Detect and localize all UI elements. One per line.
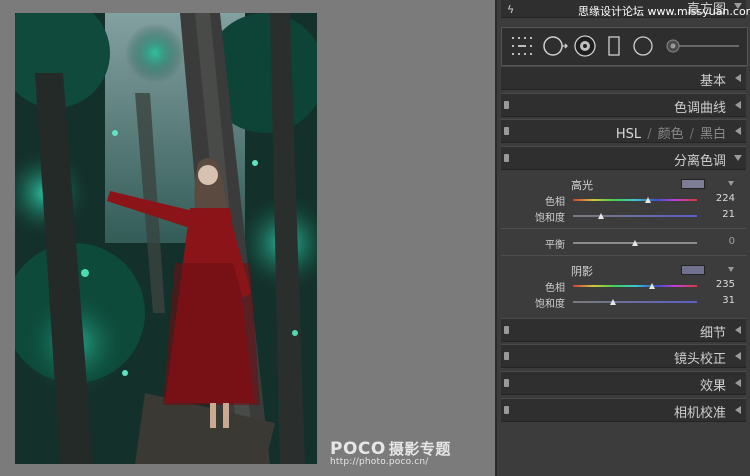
- effects-header[interactable]: 效果: [501, 371, 746, 395]
- poco-watermark: POCO 摄影专题 http://photo.poco.cn/: [330, 438, 490, 467]
- shadows-hue-thumb[interactable]: [649, 283, 655, 289]
- shadows-saturation-value[interactable]: 31: [705, 295, 735, 306]
- balance-thumb[interactable]: [632, 240, 638, 246]
- basic-title: 基本: [699, 74, 726, 89]
- expand-triangle-icon: [735, 379, 741, 387]
- balance-label: 平衡: [545, 240, 565, 251]
- panel-switch-icon[interactable]: [504, 127, 509, 135]
- camera-calibration-header[interactable]: 相机校准: [501, 398, 746, 422]
- expand-triangle-icon: [735, 326, 741, 334]
- expand-triangle-icon: [735, 127, 741, 135]
- watermark-brand: POCO: [330, 439, 386, 459]
- highlights-hue-slider[interactable]: [573, 199, 697, 201]
- watermark-brand-sub: 摄影专题: [388, 440, 451, 458]
- expand-triangle-icon: [735, 74, 741, 82]
- balance-value[interactable]: 0: [705, 236, 735, 247]
- highlights-hue-thumb[interactable]: [645, 197, 651, 203]
- highlights-saturation-slider[interactable]: [573, 215, 697, 217]
- panel-switch-icon[interactable]: [504, 326, 509, 334]
- divider: [501, 228, 746, 229]
- shadows-saturation-thumb[interactable]: [610, 299, 616, 305]
- adjustment-brush-icon[interactable]: [665, 38, 741, 54]
- hsl-tabs: HSL / 颜色 / 黑白: [615, 127, 726, 142]
- detail-title: 细节: [699, 326, 726, 341]
- crop-grid-icon[interactable]: [512, 37, 532, 55]
- split-toning-title: 分离色调: [673, 154, 726, 169]
- panel-switch-icon[interactable]: [504, 154, 509, 162]
- tool-strip: [501, 27, 748, 66]
- tone-curve-header[interactable]: 色调曲线: [501, 93, 746, 117]
- lens-correction-header[interactable]: 镜头校正: [501, 344, 746, 368]
- forest-portrait-photo: [15, 13, 317, 464]
- highlights-saturation-label: 饱和度: [535, 213, 565, 224]
- site-watermark-tag: 思缘设计论坛 www.missyuan.com: [578, 5, 750, 18]
- highlights-label: 高光: [571, 179, 593, 192]
- divider: [501, 255, 746, 256]
- split-toning-header[interactable]: 分离色调: [501, 146, 746, 170]
- shadows-hue-value[interactable]: 235: [705, 279, 735, 290]
- expand-triangle-icon: [735, 406, 741, 414]
- red-eye-icon[interactable]: [574, 35, 596, 57]
- collapse-triangle-icon: [734, 155, 742, 161]
- panel-switch-icon[interactable]: [504, 379, 509, 387]
- spot-removal-icon[interactable]: [542, 35, 568, 57]
- expand-triangle-icon: [735, 101, 741, 109]
- highlights-hue-label: 色相: [545, 197, 565, 208]
- shadows-saturation-slider[interactable]: [573, 301, 697, 303]
- highlights-saturation-value[interactable]: 21: [705, 209, 735, 220]
- shadows-picker-triangle-icon[interactable]: [728, 267, 734, 272]
- highlights-picker-triangle-icon[interactable]: [728, 181, 734, 186]
- shadows-hue-label: 色相: [545, 283, 565, 294]
- flash-icon: ϟ: [507, 3, 515, 16]
- watermark-url: http://photo.poco.cn/: [330, 457, 429, 467]
- shadows-saturation-label: 饱和度: [535, 299, 565, 310]
- tab-black-white[interactable]: 黑白: [700, 127, 726, 142]
- graduated-filter-icon[interactable]: [608, 36, 620, 56]
- shadows-label: 阴影: [571, 265, 593, 278]
- expand-triangle-icon: [735, 352, 741, 360]
- shadows-color-swatch[interactable]: [681, 265, 705, 275]
- panel-switch-icon[interactable]: [504, 352, 509, 360]
- hsl-header[interactable]: HSL / 颜色 / 黑白: [501, 119, 746, 143]
- photo-canvas[interactable]: [15, 13, 317, 464]
- split-toning-body: 高光 色相 224 饱和度 21 平衡 0 阴影 色相 235 饱和度 31: [501, 171, 746, 317]
- highlights-hue-value[interactable]: 224: [705, 193, 735, 204]
- basic-header[interactable]: 基本: [501, 66, 746, 90]
- camera-calibration-title: 相机校准: [673, 406, 726, 421]
- highlights-color-swatch[interactable]: [681, 179, 705, 189]
- tone-curve-title: 色调曲线: [673, 101, 726, 116]
- tab-hsl[interactable]: HSL: [616, 127, 641, 142]
- develop-right-panel: ϟ 直方图 基本 色调曲线 HSL / 颜色 / 黑白 分离色调 高光 色相 2…: [497, 0, 750, 476]
- shadows-hue-slider[interactable]: [573, 285, 697, 287]
- panel-switch-icon[interactable]: [504, 406, 509, 414]
- effects-title: 效果: [699, 379, 726, 394]
- lens-correction-title: 镜头校正: [673, 352, 726, 367]
- radial-filter-icon[interactable]: [632, 35, 654, 57]
- highlights-saturation-thumb[interactable]: [598, 213, 604, 219]
- tab-color[interactable]: 颜色: [658, 127, 684, 142]
- panel-switch-icon[interactable]: [504, 101, 509, 109]
- detail-header[interactable]: 细节: [501, 318, 746, 342]
